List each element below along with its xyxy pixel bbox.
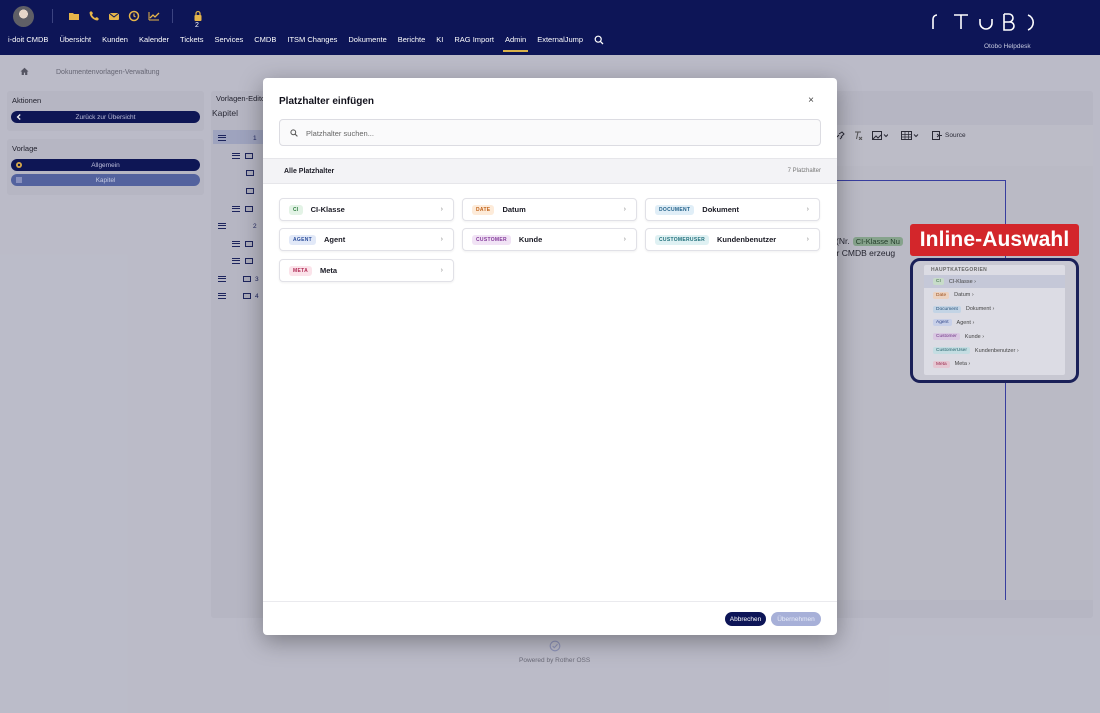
lock-icon[interactable] bbox=[192, 10, 204, 22]
placeholder-card-label: Agent bbox=[324, 235, 346, 244]
inline-category-item[interactable]: Date Datum › bbox=[924, 289, 1065, 302]
logo-subtitle: Otobo Helpdesk bbox=[984, 43, 1031, 50]
nav-item-tickets[interactable]: Tickets bbox=[180, 35, 203, 51]
placeholder-card-date[interactable]: DATE Datum › bbox=[462, 198, 637, 221]
phone-icon[interactable] bbox=[88, 10, 100, 22]
placeholder-card-label: Dokument bbox=[702, 205, 739, 214]
inline-category-item[interactable]: Customer Kunde › bbox=[924, 330, 1065, 343]
category-badge: CustomerUser bbox=[933, 347, 970, 354]
chevron-right-icon: › bbox=[623, 206, 626, 213]
placeholder-card-agent[interactable]: AGENT Agent › bbox=[279, 228, 454, 251]
folder-icon[interactable] bbox=[68, 10, 80, 22]
placeholder-search-field bbox=[279, 119, 821, 146]
placeholder-count: 7 Platzhalter bbox=[787, 168, 821, 174]
placeholder-card-document[interactable]: DOCUMENT Dokument › bbox=[645, 198, 820, 221]
chevron-right-icon: › bbox=[440, 236, 443, 243]
placeholder-dialog: Platzhalter einfügen × Alle Platzhalter … bbox=[263, 78, 837, 635]
apply-button[interactable]: Übernehmen bbox=[771, 612, 821, 626]
avatar[interactable] bbox=[13, 6, 34, 27]
placeholder-card-label: Datum bbox=[502, 205, 526, 214]
inline-category-label: Dokument › bbox=[965, 306, 995, 313]
lock-count: 2 bbox=[195, 22, 199, 29]
nav-item-customers[interactable]: Kunden bbox=[102, 35, 128, 51]
placeholder-list-header: Alle Platzhalter 7 Platzhalter bbox=[263, 158, 837, 184]
placeholder-card-label: Kundenbenutzer bbox=[717, 235, 777, 244]
category-badge: Date bbox=[933, 291, 950, 299]
nav-item-admin[interactable]: Admin bbox=[502, 35, 529, 52]
inline-category-popup: HAUPTKATEGORIEN CI CI-Klasse › Date Datum ›… bbox=[924, 265, 1065, 375]
inline-category-label: Datum › bbox=[954, 292, 974, 299]
placeholder-card-meta[interactable]: META Meta › bbox=[279, 259, 454, 282]
placeholder-card-label: Kunde bbox=[518, 235, 543, 244]
cancel-button[interactable]: Abbrechen bbox=[725, 612, 766, 626]
nav-item-reports[interactable]: Berichte bbox=[398, 35, 426, 51]
search-icon[interactable] bbox=[594, 35, 604, 45]
close-button[interactable]: × bbox=[805, 95, 817, 107]
main-navigation: i-doit CMDB Übersicht Kunden Kalender Ti… bbox=[8, 35, 604, 52]
inline-selection-callout: Inline-Auswahl bbox=[910, 224, 1079, 256]
mail-icon[interactable] bbox=[108, 10, 120, 22]
chevron-right-icon: › bbox=[806, 236, 809, 243]
category-badge: CI bbox=[933, 278, 944, 285]
nav-item-cmdb[interactable]: CMDB bbox=[254, 35, 276, 51]
category-badge: DATE bbox=[472, 204, 495, 215]
nav-item-documents[interactable]: Dokumente bbox=[348, 35, 386, 51]
chevron-right-icon: › bbox=[623, 236, 626, 243]
inline-category-label: Kunde › bbox=[964, 333, 985, 340]
category-badge: Agent bbox=[933, 319, 952, 327]
category-badge: META bbox=[289, 265, 312, 276]
placeholder-card-customer[interactable]: CUSTOMER Kunde › bbox=[462, 228, 637, 251]
nav-item-ki[interactable]: KI bbox=[436, 35, 443, 51]
inline-category-item[interactable]: CustomerUser Kundenbenutzer › bbox=[924, 344, 1065, 357]
dialog-footer: Abbrechen Übernehmen bbox=[263, 601, 837, 635]
category-badge: Meta bbox=[933, 360, 950, 368]
inline-category-item[interactable]: CI CI-Klasse › bbox=[924, 275, 1065, 288]
powered-by: Powered by Rother OSS bbox=[519, 657, 591, 664]
header-divider bbox=[172, 9, 173, 23]
inline-category-label: Kundenbenutzer › bbox=[974, 347, 1019, 354]
popup-heading: HAUPTKATEGORIEN bbox=[931, 267, 988, 273]
category-badge: DOCUMENT bbox=[655, 204, 695, 215]
category-badge: AGENT bbox=[289, 234, 316, 245]
chevron-right-icon: › bbox=[806, 206, 809, 213]
category-badge: CI bbox=[289, 204, 303, 215]
placeholder-card-label: CI-Klasse bbox=[310, 205, 345, 214]
clock-icon[interactable] bbox=[128, 10, 140, 22]
nav-item-services[interactable]: Services bbox=[215, 35, 244, 51]
category-badge: CUSTOMERUSER bbox=[655, 234, 710, 245]
chevron-right-icon: › bbox=[440, 267, 443, 274]
chart-line-icon[interactable] bbox=[148, 10, 160, 22]
nav-item-overview[interactable]: Übersicht bbox=[59, 35, 91, 51]
placeholder-card-ci[interactable]: CI CI-Klasse › bbox=[279, 198, 454, 221]
inline-category-item[interactable]: Agent Agent › bbox=[924, 316, 1065, 329]
placeholder-search-input[interactable] bbox=[306, 125, 806, 141]
category-badge: CUSTOMER bbox=[472, 234, 511, 245]
placeholder-card-label: Meta bbox=[320, 266, 338, 275]
inline-category-label: Meta › bbox=[954, 361, 971, 368]
check-circle-icon bbox=[549, 640, 561, 652]
nav-item-idoit-cmdb[interactable]: i-doit CMDB bbox=[8, 35, 48, 51]
header-divider bbox=[52, 9, 53, 23]
top-header: 2 i-doit CMDB Übersicht Kunden Kalender … bbox=[0, 0, 1100, 55]
inline-category-item[interactable]: Meta Meta › bbox=[924, 358, 1065, 371]
otobo-logo[interactable] bbox=[930, 11, 1038, 33]
chevron-right-icon: › bbox=[440, 206, 443, 213]
nav-item-itsm-changes[interactable]: ITSM Changes bbox=[287, 35, 337, 51]
category-badge: Customer bbox=[933, 333, 960, 341]
category-badge: Document bbox=[933, 305, 961, 313]
inline-category-label: CI-Klasse › bbox=[948, 278, 977, 285]
dialog-title: Platzhalter einfügen bbox=[279, 96, 375, 107]
nav-item-calendar[interactable]: Kalender bbox=[139, 35, 169, 51]
inline-category-label: Agent › bbox=[956, 319, 975, 326]
list-title: Alle Platzhalter bbox=[284, 168, 335, 175]
nav-item-external-jump[interactable]: ExternalJump bbox=[537, 35, 583, 51]
inline-category-item[interactable]: Document Dokument › bbox=[924, 303, 1065, 316]
nav-item-rag-import[interactable]: RAG Import bbox=[454, 35, 494, 51]
placeholder-card-customeruser[interactable]: CUSTOMERUSER Kundenbenutzer › bbox=[645, 228, 820, 251]
search-icon bbox=[290, 129, 298, 137]
